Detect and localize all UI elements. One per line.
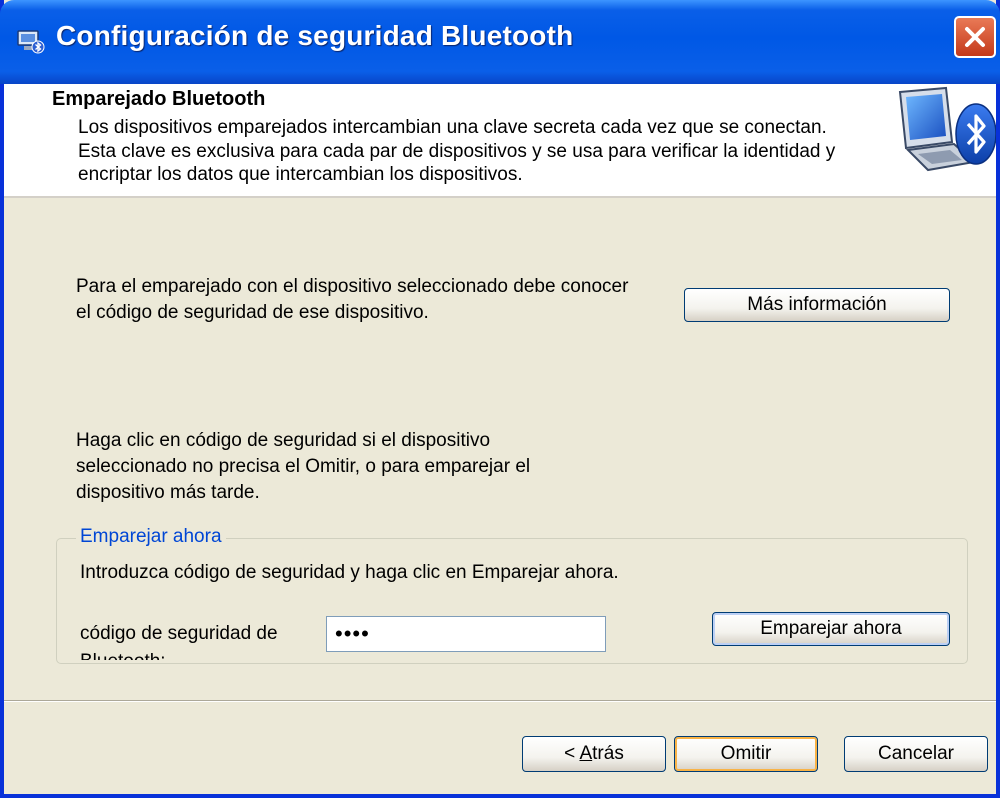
header-description: Los dispositivos emparejados intercambia… (78, 117, 836, 185)
security-code-label: código de seguridad de Bluetooth: (80, 623, 278, 660)
bluetooth-computer-icon (898, 86, 996, 172)
header-title: Emparejado Bluetooth (52, 88, 266, 110)
more-info-button[interactable]: Más información (684, 288, 950, 322)
pair-instruction-text: Introduzca código de seguridad y haga cl… (80, 562, 619, 583)
back-prefix: < (564, 743, 580, 764)
skip-button[interactable]: Omitir (674, 736, 818, 772)
title-bar[interactable]: Configuración de seguridad Bluetooth (0, 0, 1000, 84)
back-label-rest: trás (592, 743, 624, 764)
skip-hint-text: Haga clic en código de seguridad si el d… (76, 430, 531, 503)
bluetooth-settings-icon (17, 30, 45, 54)
wizard-header: Emparejado Bluetooth Los dispositivos em… (4, 84, 996, 198)
close-icon (965, 27, 985, 47)
window-title: Configuración de seguridad Bluetooth (56, 20, 574, 51)
close-button[interactable] (954, 16, 996, 58)
bluetooth-security-dialog: Configuración de seguridad Bluetooth Emp… (0, 0, 1000, 798)
back-accelerator: A (579, 743, 593, 764)
pair-now-button[interactable]: Emparejar ahora (712, 612, 950, 646)
security-code-input[interactable] (326, 616, 606, 652)
back-button[interactable]: < Atrás (522, 736, 666, 772)
pair-now-legend: Emparejar ahora (76, 526, 226, 548)
cancel-button[interactable]: Cancelar (844, 736, 988, 772)
pairing-info-text: Para el emparejado con el dispositivo se… (76, 276, 629, 323)
footer-separator (4, 700, 996, 702)
